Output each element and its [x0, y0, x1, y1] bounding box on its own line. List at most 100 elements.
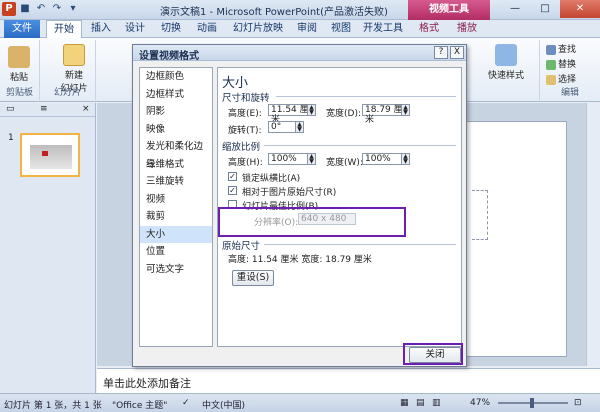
tab-home[interactable]: 开始	[46, 20, 82, 38]
find-button[interactable]: 查找	[546, 42, 576, 55]
clipboard-group-label: 剪贴板	[5, 88, 33, 98]
video-frame-outline[interactable]	[472, 190, 488, 240]
tab-design[interactable]: 设计	[120, 20, 150, 38]
select-button[interactable]: 选择	[546, 72, 576, 85]
quick-access-toolbar: P ■ ↶ ↷ ▾	[2, 2, 80, 16]
language[interactable]: 中文(中国)	[202, 398, 245, 411]
slide-info: 幻灯片 第 1 张，共 1 张	[4, 401, 102, 411]
maximize-button[interactable]: □	[530, 0, 560, 18]
minimize-button[interactable]: —	[500, 0, 530, 18]
zoom-slider-thumb[interactable]	[530, 398, 534, 408]
paste-button[interactable]: 粘贴	[2, 46, 36, 83]
close-window-button[interactable]: ✕	[560, 0, 600, 18]
dialog-title: 设置视频格式	[139, 51, 199, 62]
replace-button[interactable]: 替换	[546, 57, 576, 70]
fit-slide-icon[interactable]: ⊡	[574, 398, 582, 408]
paste-label: 粘贴	[9, 73, 28, 83]
nav-item-3d-format[interactable]: 三维格式	[140, 156, 212, 174]
customize-qat-icon[interactable]: ▾	[66, 2, 80, 16]
size-rotate-section: 尺寸和旋转	[222, 93, 270, 104]
status-bar: 幻灯片 第 1 张，共 1 张 "Office 主题" ✓ 中文(中国) ▦ ▤…	[0, 393, 600, 412]
height-input[interactable]: 11.54 厘米 ▲ ▼	[268, 104, 316, 125]
nav-item-border-color[interactable]: 边框颜色	[140, 68, 212, 86]
editing-group: 查找 替换 选择 编辑	[540, 40, 600, 100]
spellcheck-icon[interactable]: ✓	[182, 398, 190, 408]
normal-view-icon[interactable]: ▦	[400, 398, 409, 408]
quick-styles-label: 快速样式	[487, 71, 524, 81]
nav-item-shadow[interactable]: 阴影	[140, 103, 212, 121]
lock-aspect-checkbox[interactable]: ✓	[228, 172, 237, 181]
quick-styles-icon	[495, 44, 517, 66]
slides-tab-icon[interactable]: ▭	[6, 104, 15, 114]
undo-icon[interactable]: ↶	[34, 2, 48, 16]
tab-review[interactable]: 审阅	[292, 20, 322, 38]
tab-file[interactable]: 文件	[4, 20, 40, 38]
tab-format[interactable]: 格式	[412, 20, 446, 38]
tab-slideshow[interactable]: 幻灯片放映	[228, 20, 288, 38]
width-input[interactable]: 18.79 厘米 ▲ ▼	[362, 104, 410, 125]
notes-pane[interactable]: 单击此处添加备注	[97, 368, 600, 393]
relative-original-checkbox[interactable]: ✓	[228, 186, 237, 195]
dialog-nav-list: 边框颜色 边框样式 阴影 映像 发光和柔化边缘 三维格式 三维旋转 视频 裁剪 …	[139, 67, 213, 347]
scale-width-input[interactable]: 100% ▲ ▼	[362, 153, 410, 165]
scale-section: 缩放比例	[222, 142, 261, 153]
powerpoint-app-icon[interactable]: P	[2, 2, 16, 16]
nav-item-crop[interactable]: 裁剪	[140, 208, 212, 226]
nav-item-reflection[interactable]: 映像	[140, 121, 212, 139]
tab-playback[interactable]: 播放	[450, 20, 484, 38]
tab-view[interactable]: 视图	[326, 20, 356, 38]
original-size-section: 原始尺寸	[222, 241, 261, 252]
redo-icon[interactable]: ↷	[50, 2, 64, 16]
scale-width-label: 宽度(W):	[326, 158, 363, 168]
spinner-arrows-icon[interactable]: ▲ ▼	[401, 154, 409, 165]
section-divider	[264, 244, 456, 245]
vertical-scrollbar[interactable]	[586, 103, 600, 366]
find-icon	[546, 44, 556, 55]
nav-item-glow[interactable]: 发光和柔化边缘	[140, 138, 212, 170]
sorter-view-icon[interactable]: ▤	[416, 398, 425, 408]
replace-label: 替换	[558, 60, 577, 70]
zoom-level[interactable]: 47%	[470, 398, 490, 408]
window-title: 演示文稿1 - Microsoft PowerPoint(产品激活失败)	[160, 7, 388, 18]
tab-transitions[interactable]: 切换	[156, 20, 186, 38]
original-size-highlight	[218, 207, 406, 237]
video-thumbnail	[30, 145, 72, 169]
save-icon[interactable]: ■	[18, 2, 32, 16]
nav-item-position[interactable]: 位置	[140, 243, 212, 261]
spinner-arrows-icon[interactable]: ▲ ▼	[401, 105, 409, 116]
clipboard-group: 粘贴 剪贴板	[0, 40, 40, 100]
pane-tabs: ▭ ≡ ×	[0, 103, 95, 117]
select-icon	[546, 74, 556, 85]
reading-view-icon[interactable]: ▥	[432, 398, 441, 408]
section-divider	[276, 96, 456, 97]
scale-height-input[interactable]: 100% ▲ ▼	[268, 153, 316, 165]
help-button[interactable]: ?	[434, 46, 448, 59]
spinner-arrows-icon[interactable]: ▲ ▼	[307, 154, 315, 165]
tab-insert[interactable]: 插入	[86, 20, 116, 38]
find-label: 查找	[558, 45, 577, 55]
tab-animations[interactable]: 动画	[192, 20, 222, 38]
slide-thumbnail-pane: ▭ ≡ × 1	[0, 103, 96, 393]
nav-item-3d-rotation[interactable]: 三维旋转	[140, 173, 212, 191]
rotation-input[interactable]: 0° ▲ ▼	[268, 121, 304, 133]
outline-tab-icon[interactable]: ≡	[40, 104, 48, 114]
quick-styles-button[interactable]: 快速样式	[476, 44, 536, 81]
nav-item-size[interactable]: 大小	[140, 225, 212, 243]
reset-button[interactable]: 重设(S)	[232, 270, 274, 286]
spinner-arrows-icon[interactable]: ▲ ▼	[307, 105, 315, 116]
tab-developer[interactable]: 开发工具	[360, 20, 406, 38]
replace-icon	[546, 59, 556, 70]
close-button-highlight	[403, 343, 463, 365]
paste-icon	[8, 46, 30, 68]
nav-item-alt-text[interactable]: 可选文字	[140, 261, 212, 279]
nav-item-video[interactable]: 视频	[140, 191, 212, 209]
nav-item-border-style[interactable]: 边框样式	[140, 86, 212, 104]
close-pane-icon[interactable]: ×	[82, 104, 90, 114]
ribbon-tabs: 文件 开始 插入 设计 切换 动画 幻灯片放映 审阅 视图 开发工具 格式 播放	[0, 20, 600, 38]
new-slide-label: 新建	[64, 71, 83, 81]
height-label: 高度(E):	[228, 109, 262, 119]
dialog-close-x-button[interactable]: X	[450, 46, 464, 59]
spinner-arrows-icon[interactable]: ▲ ▼	[295, 122, 303, 133]
original-size-values: 高度: 11.54 厘米 宽度: 18.79 厘米	[228, 255, 372, 265]
slide-thumbnail[interactable]	[20, 133, 80, 177]
